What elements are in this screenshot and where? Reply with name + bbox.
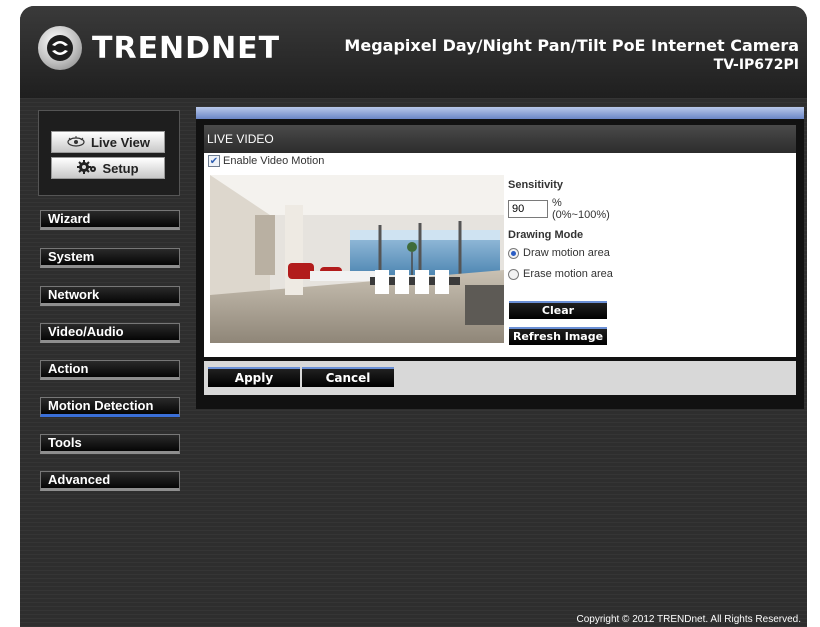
sensitivity-range: %(0%~100%) — [552, 197, 610, 221]
setup-label: Setup — [102, 160, 139, 176]
eye-icon — [66, 135, 86, 150]
nav-video-audio[interactable]: Video/Audio — [40, 323, 180, 343]
product-title: Megapixel Day/Night Pan/Tilt PoE Interne… — [344, 36, 799, 73]
nav-tools[interactable]: Tools — [40, 434, 180, 454]
gear-icon — [77, 159, 97, 177]
product-name: Megapixel Day/Night Pan/Tilt PoE Interne… — [344, 36, 799, 55]
setup-button[interactable]: Setup — [51, 157, 165, 179]
enable-row: ✔ Enable Video Motion — [208, 155, 324, 167]
sensitivity-row: %(0%~100%) — [508, 197, 618, 221]
nav-wizard[interactable]: Wizard — [40, 210, 180, 230]
nav-network[interactable]: Network — [40, 286, 180, 306]
drawing-mode-label: Drawing Mode — [508, 229, 584, 241]
nav-advanced[interactable]: Advanced — [40, 471, 180, 491]
content-area: LIVE VIDEO ✔ Enable Video Motion Sensiti… — [196, 107, 804, 409]
app-frame: TRENDNET Megapixel Day/Night Pan/Tilt Po… — [20, 6, 807, 627]
enable-video-motion-label: Enable Video Motion — [223, 155, 325, 167]
clear-button[interactable]: Clear — [509, 301, 607, 319]
copyright-text: Copyright © 2012 TRENDnet. All Rights Re… — [576, 614, 801, 625]
draw-motion-area-option[interactable]: Draw motion area — [508, 247, 618, 259]
product-model: TV-IP672PI — [713, 57, 799, 73]
draw-motion-area-label: Draw motion area — [523, 247, 610, 259]
header: TRENDNET Megapixel Day/Night Pan/Tilt Po… — [20, 6, 807, 98]
nav-action[interactable]: Action — [40, 360, 180, 380]
erase-motion-area-label: Erase motion area — [523, 268, 613, 280]
content-top-strip — [196, 107, 804, 119]
action-bar: Apply Cancel — [204, 361, 796, 395]
section-title: LIVE VIDEO — [204, 125, 796, 153]
enable-video-motion-checkbox[interactable]: ✔ — [208, 155, 220, 167]
erase-motion-area-radio[interactable] — [508, 268, 519, 280]
trendnet-logo-icon — [38, 26, 82, 70]
brand-name: TRENDNET — [92, 30, 281, 66]
nav-motion-detection[interactable]: Motion Detection — [40, 397, 180, 417]
nav-system[interactable]: System — [40, 248, 180, 268]
draw-motion-area-radio[interactable] — [508, 247, 519, 259]
erase-motion-area-option[interactable]: Erase motion area — [508, 268, 618, 280]
live-view-label: Live View — [90, 134, 150, 150]
mode-panel: Live View Setup — [38, 110, 180, 196]
motion-controls: Sensitivity %(0%~100%) Drawing Mode Draw… — [508, 179, 618, 280]
cancel-button[interactable]: Cancel — [302, 367, 394, 387]
refresh-image-button[interactable]: Refresh Image — [509, 327, 607, 345]
live-view-button[interactable]: Live View — [51, 131, 165, 153]
sensitivity-input[interactable] — [508, 200, 548, 218]
camera-preview-image[interactable] — [210, 175, 504, 343]
apply-button[interactable]: Apply — [208, 367, 300, 387]
sensitivity-label: Sensitivity — [508, 179, 564, 191]
motion-panel: ✔ Enable Video Motion Sensitivity 90 %(0… — [204, 153, 796, 357]
logo: TRENDNET — [38, 26, 280, 70]
